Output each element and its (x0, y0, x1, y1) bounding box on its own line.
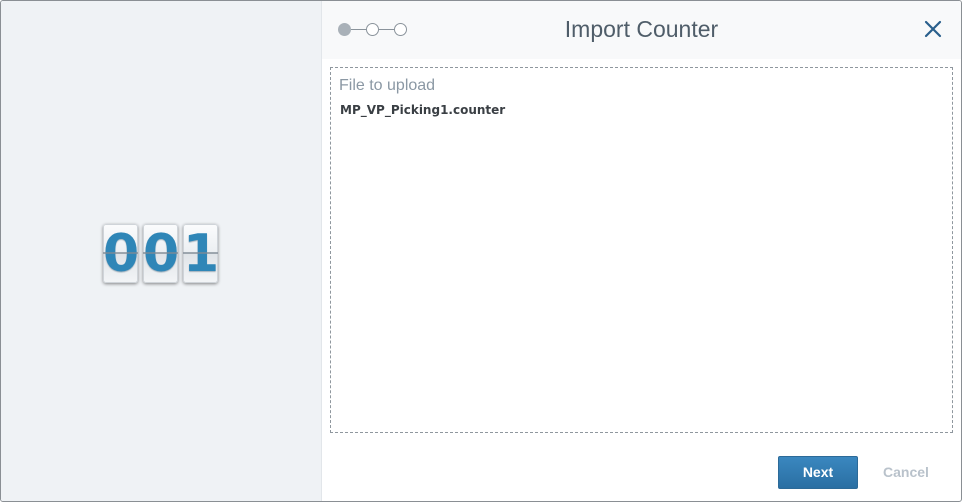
file-drop-area[interactable]: File to upload MP_VP_Picking1.counter (330, 67, 953, 433)
import-counter-dialog: 0 0 1 Import Counter File to upload MP_V… (0, 0, 962, 502)
counter-digit: 1 (183, 224, 218, 283)
dialog-title: Import Counter (564, 16, 719, 42)
illustration-panel: 0 0 1 (1, 1, 322, 501)
digit-split-line (143, 252, 178, 254)
selected-file-name: MP_VP_Picking1.counter (340, 103, 506, 117)
counter-digit-value: 1 (183, 224, 218, 283)
counter-digit: 0 (143, 224, 178, 283)
digit-split-line (103, 252, 138, 254)
counter-digit: 0 (103, 224, 138, 283)
next-button[interactable]: Next (778, 456, 858, 489)
file-to-upload-label: File to upload (339, 77, 436, 94)
counter-digit-value: 0 (103, 224, 138, 283)
dialog-header: Import Counter (322, 1, 961, 59)
close-x-icon (924, 20, 942, 38)
cancel-button[interactable]: Cancel (869, 456, 943, 489)
digit-split-line (183, 252, 218, 254)
close-button[interactable] (923, 19, 943, 39)
flip-counter-icon: 0 0 1 (103, 224, 218, 283)
counter-digit-value: 0 (143, 224, 178, 283)
